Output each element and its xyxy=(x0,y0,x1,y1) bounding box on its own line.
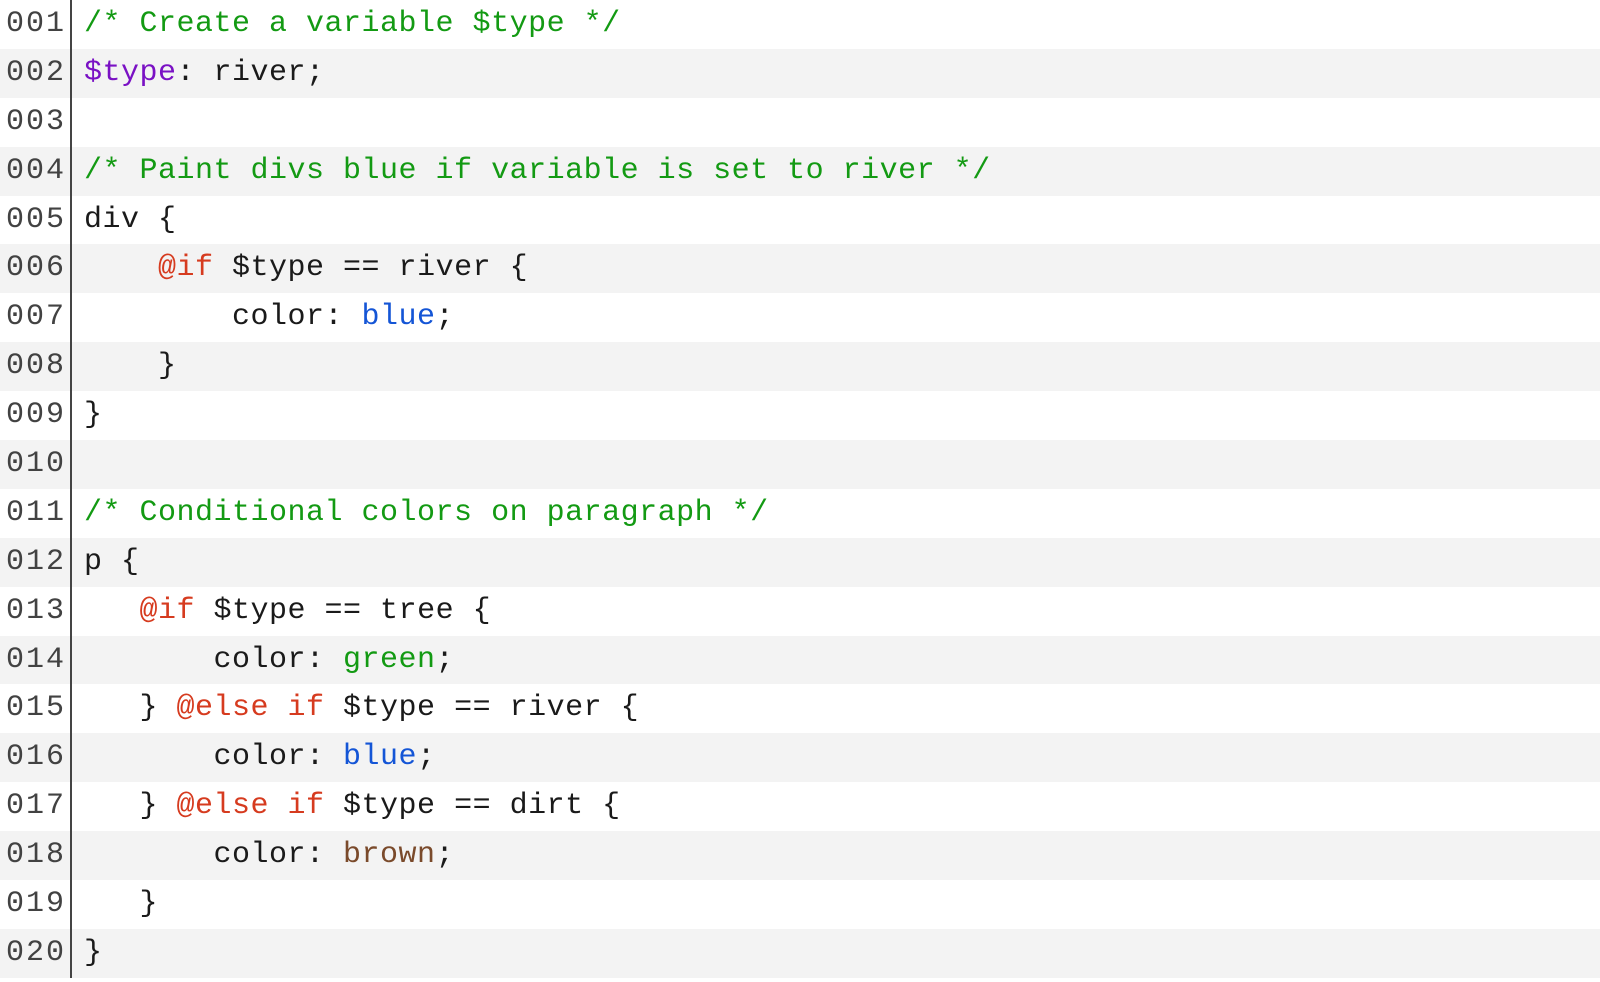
code-content: p { xyxy=(72,538,1600,587)
token-default: ; xyxy=(436,643,455,677)
token-default xyxy=(84,594,140,628)
token-default: ; xyxy=(417,740,436,774)
code-content: color: brown; xyxy=(72,831,1600,880)
token-default: color: xyxy=(84,740,343,774)
code-content: } @else if $type == river { xyxy=(72,684,1600,733)
token-comment: /* Create a variable $type */ xyxy=(84,7,621,41)
code-line: 016 color: blue; xyxy=(0,733,1600,782)
code-content: color: blue; xyxy=(72,733,1600,782)
line-number: 012 xyxy=(0,538,72,587)
line-number: 014 xyxy=(0,636,72,685)
code-content: /* Create a variable $type */ xyxy=(72,0,1600,49)
token-default: div { xyxy=(84,203,177,237)
token-default: : river; xyxy=(177,56,325,90)
line-number: 003 xyxy=(0,98,72,147)
line-number: 001 xyxy=(0,0,72,49)
line-number: 018 xyxy=(0,831,72,880)
code-line: 003 xyxy=(0,98,1600,147)
token-keyword: @else if xyxy=(177,691,325,725)
token-default: color: xyxy=(84,643,343,677)
code-line: 009} xyxy=(0,391,1600,440)
code-editor: 001/* Create a variable $type */002$type… xyxy=(0,0,1600,978)
token-default: color: xyxy=(84,300,362,334)
code-content: color: blue; xyxy=(72,293,1600,342)
token-default: } xyxy=(84,398,103,432)
line-number: 015 xyxy=(0,684,72,733)
code-content: @if $type == river { xyxy=(72,244,1600,293)
code-content: @if $type == tree { xyxy=(72,587,1600,636)
code-content: } xyxy=(72,391,1600,440)
token-default: $type == dirt { xyxy=(325,789,621,823)
code-content: /* Conditional colors on paragraph */ xyxy=(72,489,1600,538)
line-number: 016 xyxy=(0,733,72,782)
code-line: 004 /* Paint divs blue if variable is set… xyxy=(0,147,1600,196)
code-content: } @else if $type == dirt { xyxy=(72,782,1600,831)
line-number: 008 xyxy=(0,342,72,391)
code-content: color: green; xyxy=(72,636,1600,685)
code-line: 014 color: green; xyxy=(0,636,1600,685)
line-number: 006 xyxy=(0,244,72,293)
code-line: 012 p { xyxy=(0,538,1600,587)
token-default: } xyxy=(84,887,158,921)
line-number: 004 xyxy=(0,147,72,196)
line-number: 009 xyxy=(0,391,72,440)
line-number: 019 xyxy=(0,880,72,929)
code-content: } xyxy=(72,342,1600,391)
code-line: 001 /* Create a variable $type */ xyxy=(0,0,1600,49)
code-line: 002$type: river; xyxy=(0,49,1600,98)
line-number: 011 xyxy=(0,489,72,538)
token-default: } xyxy=(84,691,177,725)
token-comment: /* Conditional colors on paragraph */ xyxy=(84,496,769,530)
token-default: } xyxy=(84,936,103,970)
token-variable: $type xyxy=(84,56,177,90)
code-content: /* Paint divs blue if variable is set to… xyxy=(72,147,1600,196)
code-line: 006 @if $type == river { xyxy=(0,244,1600,293)
code-line: 010 xyxy=(0,440,1600,489)
code-line: 018 color: brown; xyxy=(0,831,1600,880)
line-number: 010 xyxy=(0,440,72,489)
line-number: 002 xyxy=(0,49,72,98)
token-value-blue: blue xyxy=(343,740,417,774)
code-line: 020} xyxy=(0,929,1600,978)
token-value-green: green xyxy=(343,643,436,677)
token-default xyxy=(84,251,158,285)
token-keyword: @else if xyxy=(177,789,325,823)
token-keyword: @if xyxy=(140,594,196,628)
token-default: color: xyxy=(84,838,343,872)
token-value-brown: brown xyxy=(343,838,436,872)
code-line: 019 } xyxy=(0,880,1600,929)
token-default: ; xyxy=(436,300,455,334)
code-line: 011 /* Conditional colors on paragraph */ xyxy=(0,489,1600,538)
code-line: 005 div { xyxy=(0,196,1600,245)
code-content: $type: river; xyxy=(72,49,1600,98)
code-line: 017 } @else if $type == dirt { xyxy=(0,782,1600,831)
token-comment: /* Paint divs blue if variable is set to… xyxy=(84,154,991,188)
token-default: $type == river { xyxy=(325,691,640,725)
code-content: div { xyxy=(72,196,1600,245)
code-content: } xyxy=(72,929,1600,978)
token-default: } xyxy=(84,349,177,383)
code-content: } xyxy=(72,880,1600,929)
line-number: 013 xyxy=(0,587,72,636)
token-value-blue: blue xyxy=(362,300,436,334)
code-line: 013 @if $type == tree { xyxy=(0,587,1600,636)
code-line: 008 } xyxy=(0,342,1600,391)
code-line: 007 color: blue; xyxy=(0,293,1600,342)
token-default: ; xyxy=(436,838,455,872)
line-number: 020 xyxy=(0,929,72,978)
line-number: 005 xyxy=(0,196,72,245)
token-default: $type == river { xyxy=(214,251,529,285)
token-default: $type == tree { xyxy=(195,594,491,628)
line-number: 007 xyxy=(0,293,72,342)
token-default: } xyxy=(84,789,177,823)
line-number: 017 xyxy=(0,782,72,831)
token-default: p { xyxy=(84,545,140,579)
code-line: 015 } @else if $type == river { xyxy=(0,684,1600,733)
token-keyword: @if xyxy=(158,251,214,285)
